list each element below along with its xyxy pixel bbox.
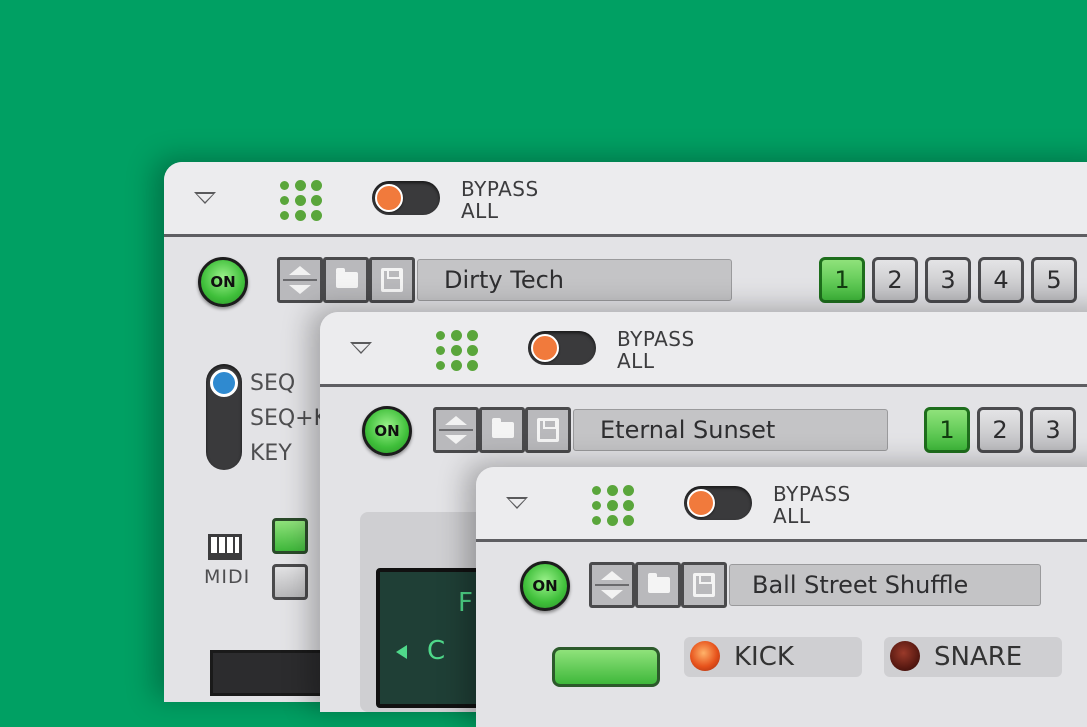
mode-toggle[interactable]: [206, 364, 242, 470]
preset-name-field[interactable]: Ball Street Shuffle: [729, 564, 1041, 606]
pad-led-icon: [690, 640, 720, 671]
bypass-all-toggle[interactable]: [528, 331, 596, 365]
pattern-button-2[interactable]: 2: [872, 257, 918, 303]
pad-select-button[interactable]: [552, 647, 660, 687]
on-button[interactable]: ON: [362, 406, 412, 456]
mode-option-seq-key[interactable]: SEQ+K: [250, 401, 328, 436]
midi-label: MIDI: [204, 566, 251, 588]
dot-grid-logo-icon: [590, 485, 636, 527]
panel-1-header: BYPASS ALL: [164, 162, 1087, 237]
lcd-line-1: F: [458, 588, 473, 618]
dot-grid-logo-icon: [434, 330, 480, 372]
midi-option-button-on[interactable]: [272, 518, 308, 554]
preset-selector: Dirty Tech: [277, 257, 732, 303]
panel-2-header: BYPASS ALL: [320, 312, 1087, 387]
bypass-all-label: BYPASS ALL: [617, 327, 695, 373]
pattern-button-1[interactable]: 1: [819, 257, 865, 303]
panel-3-header: BYPASS ALL: [476, 467, 1087, 542]
pattern-button-3[interactable]: 3: [1030, 407, 1076, 453]
dropdown-triangle-icon[interactable]: [194, 192, 216, 204]
folder-icon[interactable]: [635, 562, 681, 608]
mode-option-key[interactable]: KEY: [250, 436, 328, 471]
pad-kick[interactable]: KICK: [684, 637, 862, 677]
pad-led-icon: [890, 640, 920, 671]
preset-name-field[interactable]: Eternal Sunset: [573, 409, 888, 451]
on-button[interactable]: ON: [520, 561, 570, 611]
mode-labels: SEQ SEQ+K KEY: [250, 366, 328, 471]
piano-keys-icon: [208, 534, 242, 560]
preset-name-field[interactable]: Dirty Tech: [417, 259, 732, 301]
bypass-all-toggle[interactable]: [372, 181, 440, 215]
bypass-all-toggle[interactable]: [684, 486, 752, 520]
left-arrow-icon[interactable]: [396, 644, 407, 659]
bypass-all-label: BYPASS ALL: [773, 482, 851, 528]
preset-arrows-icon[interactable]: [277, 257, 323, 303]
pad-snare[interactable]: SNARE: [884, 637, 1062, 677]
preset-selector: Eternal Sunset: [433, 407, 888, 453]
plugin-panel-3: BYPASS ALL ON Ball Street Shuffle KICK S…: [476, 467, 1087, 727]
pattern-button-1[interactable]: 1: [924, 407, 970, 453]
preset-arrows-icon[interactable]: [589, 562, 635, 608]
dropdown-triangle-icon[interactable]: [350, 342, 372, 354]
pattern-button-3[interactable]: 3: [925, 257, 971, 303]
save-icon[interactable]: [369, 257, 415, 303]
on-button[interactable]: ON: [198, 257, 248, 307]
preset-selector: Ball Street Shuffle: [589, 562, 1044, 608]
preset-arrows-icon[interactable]: [433, 407, 479, 453]
pattern-button-4[interactable]: 4: [978, 257, 1024, 303]
pattern-button-2[interactable]: 2: [977, 407, 1023, 453]
folder-icon[interactable]: [479, 407, 525, 453]
midi-option-button-off[interactable]: [272, 564, 308, 600]
bypass-all-label: BYPASS ALL: [461, 177, 539, 223]
dot-grid-logo-icon: [278, 180, 324, 222]
mode-option-seq[interactable]: SEQ: [250, 366, 328, 401]
pattern-button-5[interactable]: 5: [1031, 257, 1077, 303]
folder-icon[interactable]: [323, 257, 369, 303]
save-icon[interactable]: [681, 562, 727, 608]
dropdown-triangle-icon[interactable]: [506, 497, 528, 509]
lcd-line-2: C: [396, 636, 445, 666]
save-icon[interactable]: [525, 407, 571, 453]
